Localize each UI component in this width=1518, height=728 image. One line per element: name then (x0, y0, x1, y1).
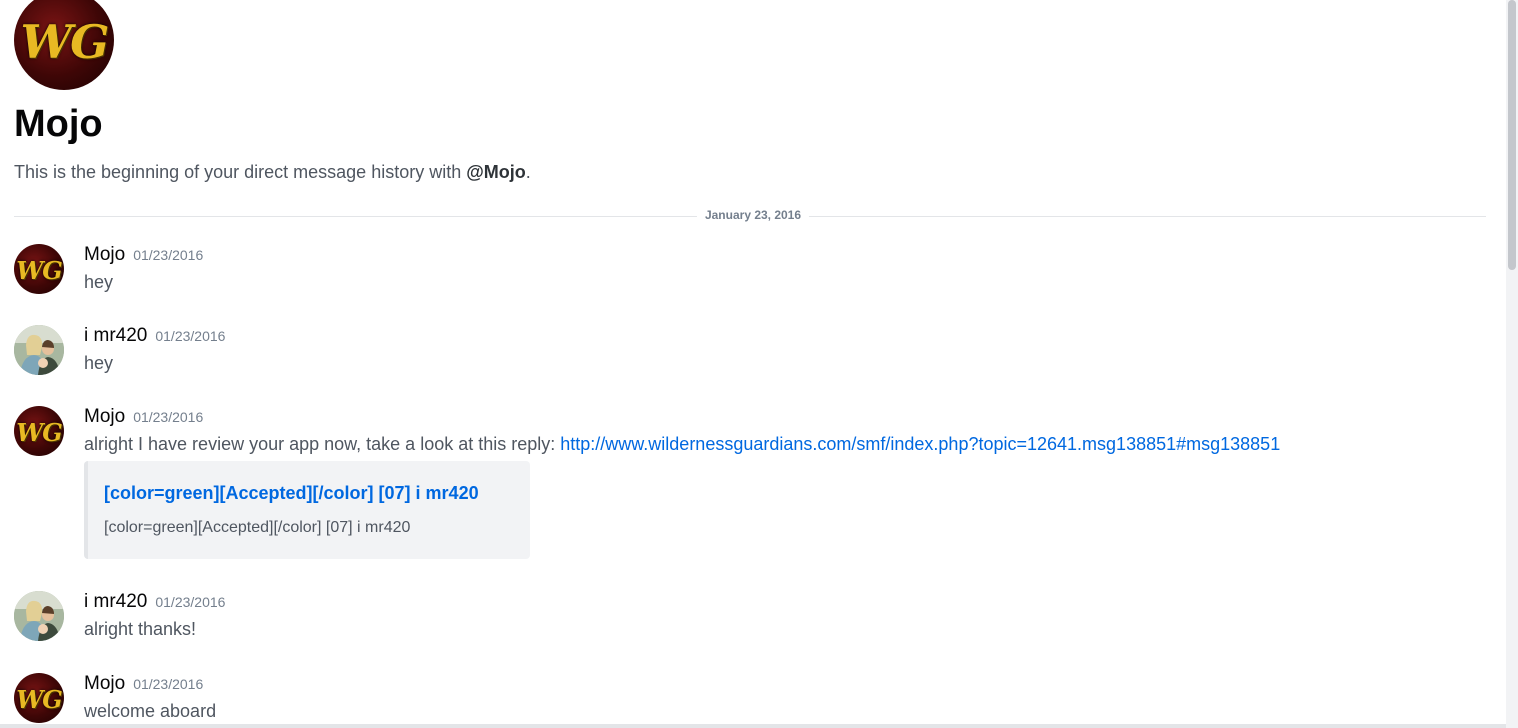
message-content: alright I have review your app now, take… (84, 434, 1280, 455)
embed-description: [color=green][Accepted][/color] [07] i m… (104, 519, 411, 536)
message-timestamp: 01/23/2016 (133, 247, 204, 263)
message-content: alright thanks! (84, 619, 197, 639)
message-author[interactable]: Mojo (84, 406, 125, 427)
composer-edge (0, 724, 1506, 728)
embed-title[interactable]: [color=green][Accepted][/color] [07] i m… (104, 483, 479, 504)
message-text: alright I have review your app now, take… (84, 434, 561, 454)
message-content: hey (84, 272, 114, 292)
chat-messages-area: WG Mojo This is the beginning of your di… (0, 0, 1506, 728)
message-header: Mojo 01/23/2016 (84, 673, 203, 695)
avatar[interactable]: WG (14, 244, 64, 294)
intro-text: This is the beginning of your direct mes… (14, 162, 467, 182)
avatar[interactable]: WG (14, 673, 64, 723)
message-author[interactable]: Mojo (84, 244, 125, 265)
message-header: Mojo 01/23/2016 (84, 244, 203, 266)
wg-logo-text: WG (16, 684, 62, 714)
scrollbar[interactable] (1506, 0, 1518, 728)
channel-intro: This is the beginning of your direct mes… (14, 162, 531, 183)
message-content: hey (84, 353, 114, 373)
avatar[interactable]: WG (14, 406, 64, 456)
message-timestamp: 01/23/2016 (155, 594, 226, 610)
message-author[interactable]: i mr420 (84, 591, 147, 612)
message-timestamp: 01/23/2016 (133, 676, 204, 692)
wg-logo-text: WG (16, 417, 62, 447)
scrollbar-thumb[interactable] (1508, 0, 1516, 270)
wg-logo-text: WG (16, 255, 62, 285)
avatar[interactable] (14, 325, 64, 375)
message-timestamp: 01/23/2016 (133, 409, 204, 425)
message-author[interactable]: i mr420 (84, 325, 147, 346)
link-embed: [color=green][Accepted][/color] [07] i m… (84, 461, 530, 559)
message-author[interactable]: Mojo (84, 673, 125, 694)
message-link[interactable]: http://www.wildernessguardians.com/smf/i… (560, 434, 1280, 454)
user-mention[interactable]: @Mojo (466, 162, 526, 182)
wg-logo-text: WG (20, 15, 110, 69)
intro-suffix: . (525, 162, 531, 182)
user-photo-icon (14, 591, 64, 641)
channel-avatar: WG (14, 0, 114, 90)
message-header: i mr420 01/23/2016 (84, 325, 225, 347)
avatar[interactable] (14, 591, 64, 641)
message-header: Mojo 01/23/2016 (84, 406, 203, 428)
message-timestamp: 01/23/2016 (155, 328, 226, 344)
message-content: welcome aboard (84, 701, 217, 721)
channel-title: Mojo (14, 103, 103, 145)
date-divider-label: January 23, 2016 (696, 208, 810, 222)
message-header: i mr420 01/23/2016 (84, 591, 225, 613)
user-photo-icon (14, 325, 64, 375)
